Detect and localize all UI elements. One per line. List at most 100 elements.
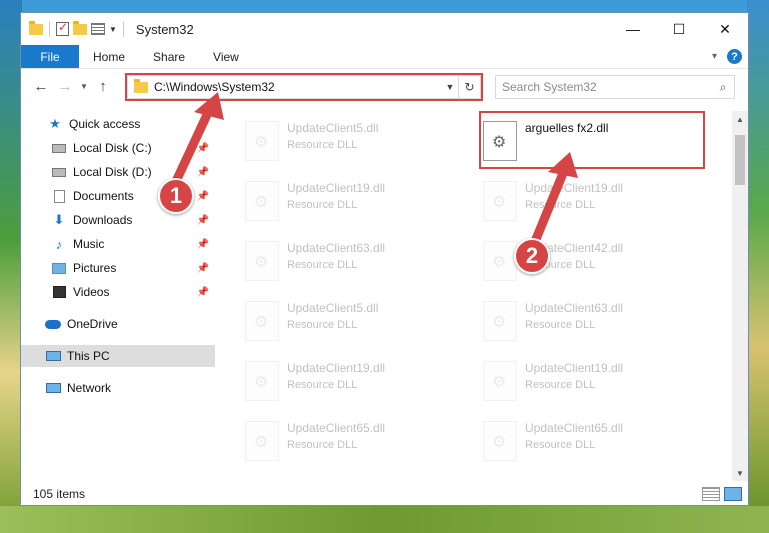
dll-file-icon [483,301,517,341]
file-name: UpdateClient19.dll [287,181,386,195]
toolbar-divider [122,21,124,37]
sidebar-item-label: Pictures [73,261,117,275]
navigation-pane: ★ Quick access Local Disk (C:) 📌 Local D… [21,111,215,481]
file-type: Resource DLL [525,199,596,211]
sidebar-item-label: Documents [73,189,134,203]
sidebar-item-label: Downloads [73,213,133,227]
file-explorer-window: ▼ System32 — ☐ ✕ File Home Share View ▾ … [20,12,749,506]
scrollbar-thumb[interactable] [735,135,745,185]
maximize-button[interactable]: ☐ [656,13,702,45]
item-count: 105 items [33,487,86,501]
search-icon[interactable]: ⌕ [712,80,734,95]
file-name: UpdateClient19.dll [525,361,624,375]
vertical-scrollbar[interactable]: ▲ ▼ [732,111,748,481]
chevron-down-icon[interactable]: ▼ [109,25,117,34]
file-type: Resource DLL [287,439,358,451]
chevron-down-icon[interactable]: ▼ [442,82,458,92]
pin-icon[interactable]: 📌 [197,167,209,178]
sidebar-item-label: Local Disk (C:) [73,141,152,155]
file-type: Resource DLL [287,259,358,271]
title-bar: ▼ System32 — ☐ ✕ [21,13,748,45]
sidebar-item-pictures[interactable]: Pictures 📌 [21,257,215,279]
desktop-background-right [747,0,769,533]
close-button[interactable]: ✕ [702,13,748,45]
search-box[interactable]: ⌕ [495,75,735,99]
onedrive-icon [45,317,61,331]
pin-icon[interactable]: 📌 [197,263,209,274]
list-item[interactable]: UpdateClient5.dll Resource DLL [245,117,475,167]
list-item[interactable]: UpdateClient63.dll Resource DLL [483,297,713,347]
up-button[interactable]: ↑ [91,74,115,98]
list-item[interactable]: UpdateClient19.dll Resource DLL [245,177,475,227]
sidebar-item-local-disk-c[interactable]: Local Disk (C:) 📌 [21,137,215,159]
pin-icon[interactable]: 📌 [197,287,209,298]
file-name: UpdateClient63.dll [525,301,624,315]
sidebar-item-label: Quick access [69,117,141,131]
view-toggle [702,487,742,501]
sidebar-item-label: Local Disk (D:) [73,165,152,179]
list-item[interactable]: UpdateClient65.dll Resource DLL [483,417,713,467]
dll-file-icon [245,121,279,161]
tab-file[interactable]: File [21,45,79,68]
file-type: Resource DLL [287,139,358,151]
tab-view[interactable]: View [199,45,253,68]
customize-icon[interactable] [91,23,105,35]
this-pc-icon [45,349,61,363]
sidebar-item-network[interactable]: Network [21,377,215,399]
tab-share[interactable]: Share [139,45,199,68]
folder-icon [134,78,148,93]
file-name: UpdateClient19.dll [287,361,386,375]
sidebar-item-label: This PC [67,349,110,363]
sidebar-item-quick-access[interactable]: ★ Quick access [21,113,215,135]
pin-icon[interactable]: 📌 [197,215,209,226]
desktop-background-left [0,0,22,533]
sidebar-item-label: OneDrive [67,317,118,331]
address-bar[interactable]: C:\Windows\System32 ▼ ↻ [127,75,481,99]
forward-button[interactable]: → [53,74,77,98]
list-item[interactable]: UpdateClient19.dll Resource DLL [245,357,475,407]
sidebar-item-videos[interactable]: Videos 📌 [21,281,215,303]
properties-icon[interactable] [56,20,69,36]
file-name: UpdateClient5.dll [287,121,379,135]
pin-icon[interactable]: 📌 [197,239,209,250]
downloads-icon: ⬇ [53,212,65,227]
step-2-badge: 2 [514,238,550,274]
file-type: Resource DLL [525,439,596,451]
search-input[interactable] [502,80,712,94]
help-icon[interactable]: ? [727,49,742,64]
pin-icon[interactable]: 📌 [197,143,209,154]
details-view-icon[interactable] [702,487,720,501]
tab-home[interactable]: Home [79,45,139,68]
list-item-target-dll[interactable]: arguelles fx2.dll [483,117,713,167]
address-path[interactable]: C:\Windows\System32 [154,80,275,94]
list-item[interactable]: UpdateClient63.dll Resource DLL [245,237,475,287]
recent-locations-button[interactable]: ▼ [77,74,91,98]
new-folder-icon[interactable] [73,20,87,35]
sidebar-item-music[interactable]: ♪ Music 📌 [21,233,215,255]
file-type: Resource DLL [287,379,358,391]
ribbon-tabs: File Home Share View ▾ ? [21,45,748,69]
list-item[interactable]: UpdateClient5.dll Resource DLL [245,297,475,347]
minimize-button[interactable]: — [610,13,656,45]
back-button[interactable]: ← [29,74,53,98]
drive-icon [51,165,67,179]
expand-ribbon-icon[interactable]: ▾ [712,51,717,62]
file-list: UpdateClient5.dll Resource DLL UpdateClie… [235,111,732,481]
step-1-badge: 1 [158,178,194,214]
network-icon [45,381,61,395]
sidebar-item-this-pc[interactable]: This PC [21,345,215,367]
dll-file-icon [483,361,517,401]
pin-icon[interactable]: 📌 [197,191,209,202]
list-item[interactable]: UpdateClient19.dll Resource DLL [483,177,713,227]
file-name: UpdateClient5.dll [287,301,379,315]
sidebar-item-onedrive[interactable]: OneDrive [21,313,215,335]
list-item[interactable]: UpdateClient19.dll Resource DLL [483,357,713,407]
toolbar-divider [49,21,50,37]
large-icons-view-icon[interactable] [724,487,742,501]
scroll-up-button[interactable]: ▲ [732,111,748,127]
refresh-button[interactable]: ↻ [458,76,480,98]
scroll-down-button[interactable]: ▼ [732,465,748,481]
sidebar-item-downloads[interactable]: ⬇ Downloads 📌 [21,209,215,231]
list-item[interactable]: UpdateClient65.dll Resource DLL [245,417,475,467]
sidebar-item-local-disk-d[interactable]: Local Disk (D:) 📌 [21,161,215,183]
